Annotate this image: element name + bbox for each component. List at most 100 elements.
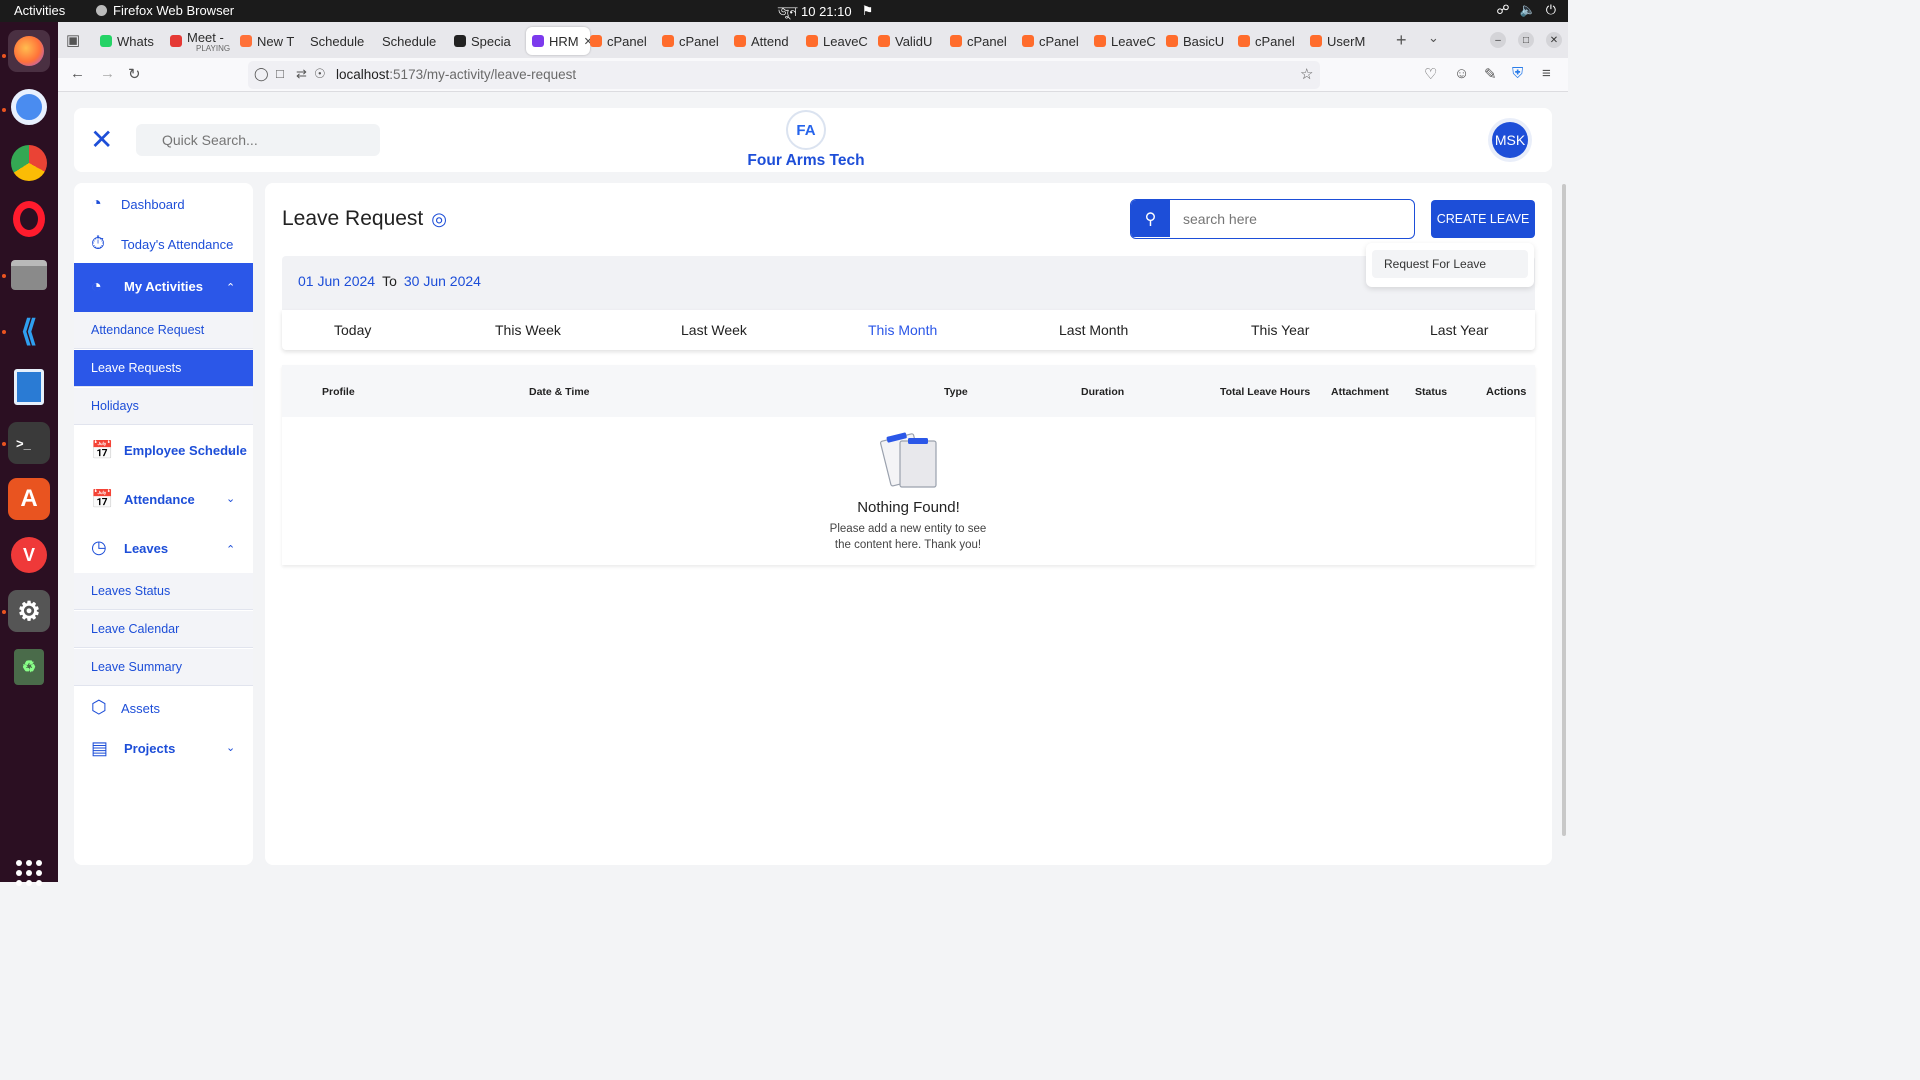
settings-icon[interactable]: ◎ — [431, 209, 447, 230]
browser-tab[interactable]: HRM ✕ — [526, 27, 590, 55]
browser-tab[interactable]: Schedule — [310, 27, 382, 55]
sidebar-item-assets[interactable]: ⬡ Assets — [74, 687, 253, 727]
browser-tab[interactable]: New T — [240, 27, 310, 55]
minimize-icon[interactable]: – — [1490, 32, 1506, 48]
sidebar-item-attendance[interactable]: 📅 Attendance ⌄ — [74, 475, 253, 524]
chevron-up-icon: ⌃ — [226, 544, 236, 556]
sidebar-item-projects[interactable]: ▤ Projects ⌄ — [74, 727, 253, 769]
activities-button[interactable]: Activities — [14, 3, 65, 18]
menu-icon[interactable]: ≡ — [1542, 65, 1551, 82]
browser-tab[interactable]: cPanel — [950, 27, 1022, 55]
filter-last-week[interactable]: Last Week — [681, 322, 747, 338]
filter-this-week[interactable]: This Week — [495, 322, 561, 338]
browser-tab[interactable]: Schedule — [382, 27, 454, 55]
opera-icon[interactable] — [8, 198, 50, 240]
browser-tab[interactable]: Attend — [734, 27, 806, 55]
browser-tab[interactable]: ValidU — [878, 27, 950, 55]
vscode-icon[interactable]: ⟪ — [8, 310, 50, 352]
filter-this-month[interactable]: This Month — [868, 322, 937, 338]
clock[interactable]: জুন 10 21:10 ⚑ — [778, 3, 873, 24]
search-button[interactable]: ⚲ — [1131, 200, 1170, 237]
terminal-icon[interactable]: >_ — [8, 422, 50, 464]
filter-today[interactable]: Today — [334, 322, 371, 338]
browser-tab[interactable]: Meet - PLAYING — [170, 27, 240, 55]
bitwarden-icon[interactable]: ⛨ — [1512, 65, 1523, 82]
filter-this-year[interactable]: This Year — [1251, 322, 1309, 338]
tab-overview-icon[interactable]: ▣ — [66, 31, 80, 49]
show-apps-icon[interactable] — [16, 860, 42, 886]
sidebar-item-leaves[interactable]: ◷ Leaves ⌃ — [74, 524, 253, 573]
tab-title: BasicU — [1183, 33, 1225, 49]
shield-icon[interactable]: ◯ — [254, 66, 269, 82]
sidebar-subitem-leave-calendar[interactable]: Leave Calendar — [74, 611, 253, 648]
software-icon[interactable]: A — [8, 478, 50, 520]
filter-last-year[interactable]: Last Year — [1430, 322, 1488, 338]
quick-search-input[interactable] — [136, 124, 380, 156]
maximize-icon[interactable]: □ — [1518, 32, 1534, 48]
tab-title: cPanel — [1039, 33, 1079, 49]
url-text[interactable]: localhost:5173/my-activity/leave-request — [336, 67, 576, 82]
sidebar-item-dashboard[interactable]: ◔ Dashboard — [74, 183, 253, 225]
sidebar-subitem-leave-requests[interactable]: Leave Requests — [74, 350, 253, 387]
list-tabs-icon[interactable]: ⌄ — [1428, 30, 1439, 46]
bookmark-star-icon[interactable]: ☆ — [1300, 65, 1313, 83]
close-window-icon[interactable]: ✕ — [1546, 32, 1562, 48]
sidebar-item-todays-attendance[interactable]: ⏱ Today's Attendance — [74, 225, 253, 263]
app-menu[interactable]: Firefox Web Browser — [96, 3, 234, 18]
filter-last-month[interactable]: Last Month — [1059, 322, 1128, 338]
tab-favicon-icon — [454, 35, 466, 47]
company-logo[interactable]: FA — [786, 110, 826, 150]
browser-tab[interactable]: UserM — [1310, 27, 1382, 55]
tab-bar: ▣ Whats Meet - PLAYING New T Schedule Schedul… — [58, 22, 1568, 58]
chrome-icon[interactable] — [8, 142, 50, 184]
sidebar-subitem-leaves-status[interactable]: Leaves Status — [74, 573, 253, 610]
forward-icon[interactable]: → — [100, 65, 115, 82]
chromium-icon[interactable] — [8, 86, 50, 128]
browser-tab[interactable]: Whats — [100, 27, 170, 55]
search-input[interactable] — [1171, 200, 1411, 237]
back-icon[interactable]: ← — [70, 65, 85, 82]
running-indicator — [2, 610, 6, 614]
browser-tab[interactable]: LeaveC — [1094, 27, 1166, 55]
url-host: localhost — [336, 67, 390, 82]
page-scrollbar[interactable] — [1562, 184, 1566, 836]
tab-title: HRM — [549, 33, 579, 49]
browser-tab[interactable]: cPanel — [662, 27, 734, 55]
new-tab-icon[interactable]: + — [1396, 30, 1407, 51]
system-tray[interactable]: ☍ 🔈 ⏻ — [1496, 2, 1556, 18]
permissions-icon[interactable]: ⇄ — [296, 66, 307, 82]
browser-tab[interactable]: Specia — [454, 27, 526, 55]
close-sidebar-icon[interactable]: ✕ — [90, 126, 113, 154]
browser-tab[interactable]: LeaveC — [806, 27, 878, 55]
create-leave-button[interactable]: CREATE LEAVE — [1431, 200, 1535, 238]
browser-tab[interactable]: cPanel — [590, 27, 662, 55]
account-icon[interactable]: ☺ — [1454, 65, 1469, 82]
vivaldi-icon[interactable]: V — [8, 534, 50, 576]
reload-icon[interactable]: ↻ — [128, 65, 141, 83]
extensions-icon[interactable]: ✎ — [1484, 65, 1497, 83]
site-info-icon[interactable]: ☉ — [314, 66, 326, 82]
date-from[interactable]: 01 Jun 2024 — [298, 273, 375, 289]
user-avatar[interactable]: MSK — [1492, 122, 1528, 158]
sidebar-subitem-leave-summary[interactable]: Leave Summary — [74, 649, 253, 686]
tab-title: LeaveC — [823, 33, 868, 49]
browser-tab[interactable]: cPanel — [1022, 27, 1094, 55]
pocket-icon[interactable]: ♡ — [1424, 65, 1437, 83]
sidebar-item-employee-schedule[interactable]: 📅 Employee Schedule ⌄ — [74, 426, 253, 475]
url-bar[interactable]: ◯ □ ⇄ ☉ localhost:5173/my-activity/leave… — [248, 61, 1320, 89]
sidebar-item-my-activities[interactable]: ◔ My Activities ⌃ — [74, 263, 253, 312]
date-to[interactable]: 30 Jun 2024 — [404, 273, 481, 289]
sidebar-subitem-attendance-request[interactable]: Attendance Request — [74, 312, 253, 349]
browser-tab[interactable]: cPanel — [1238, 27, 1310, 55]
writer-icon[interactable] — [8, 366, 50, 408]
sidebar-subitem-holidays[interactable]: Holidays — [74, 388, 253, 425]
request-for-leave-item[interactable]: Request For Leave — [1372, 250, 1528, 278]
firefox-icon[interactable] — [8, 30, 50, 72]
files-icon[interactable] — [8, 254, 50, 296]
settings-icon[interactable]: ⚙ — [8, 590, 50, 632]
browser-tab[interactable]: BasicU — [1166, 27, 1238, 55]
sidebar-subitem-label: Leaves Status — [91, 584, 171, 598]
tab-favicon-icon — [734, 35, 746, 47]
tab-favicon-icon — [950, 35, 962, 47]
trash-icon[interactable]: ♻ — [8, 646, 50, 688]
